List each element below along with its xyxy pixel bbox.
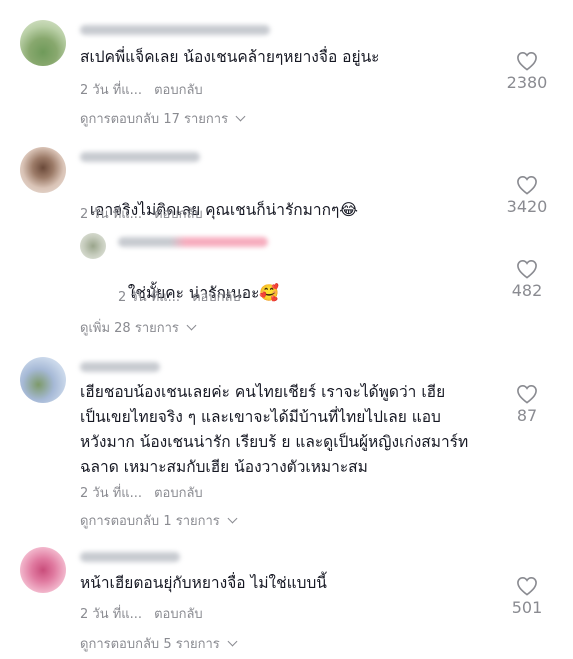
laughing-emoji: 😂 <box>339 200 358 219</box>
like-count: 3420 <box>506 197 548 216</box>
heart-outline-icon <box>517 51 537 71</box>
like-button[interactable]: 501 <box>497 576 557 617</box>
reply-button[interactable]: ตอบกลับ <box>154 486 203 501</box>
view-replies-label: ดูการตอบกลับ 5 รายการ <box>80 637 220 652</box>
like-button[interactable]: 482 <box>497 259 557 300</box>
reply-button[interactable]: ตอบกลับ <box>192 290 241 305</box>
heart-outline-icon <box>517 384 537 404</box>
view-more-replies-button[interactable]: ดูเพิ่ม 28 รายการ <box>80 317 197 338</box>
comment-time: 2 วัน ที่แ... <box>80 83 143 98</box>
reply-time: 2 วัน ที่แ... <box>118 290 181 305</box>
reply-button[interactable]: ตอบกลับ <box>154 607 203 622</box>
username-blurred[interactable] <box>80 552 180 562</box>
comment-meta: 2 วัน ที่แ... ตอบกลับ <box>80 79 203 100</box>
comment-meta: 2 วัน ที่แ... ตอบกลับ <box>80 603 203 624</box>
avatar[interactable] <box>20 547 66 593</box>
like-count: 2380 <box>506 73 548 92</box>
view-replies-button[interactable]: ดูการตอบกลับ 1 รายการ <box>80 510 238 531</box>
heart-outline-icon <box>517 259 537 279</box>
username-blurred[interactable] <box>80 152 200 162</box>
heart-outline-icon <box>517 175 537 195</box>
chevron-down-icon <box>186 320 197 331</box>
view-more-label: ดูเพิ่ม 28 รายการ <box>80 321 179 336</box>
chevron-down-icon <box>235 111 246 122</box>
smiling-hearts-emoji: 🥰 <box>259 283 280 302</box>
avatar[interactable] <box>20 357 66 403</box>
comment-text: เฮียชอบน้องเชนเลยค่ะ คนไทยเชียร์ เราจะได… <box>80 383 469 476</box>
comment-text: สเปคพี่แจ็คเลย น้องเชนคล้ายๆหยางจื่อ อยู… <box>80 48 380 66</box>
comment-time: 2 วัน ที่แ... <box>80 607 143 622</box>
view-replies-label: ดูการตอบกลับ 17 รายการ <box>80 112 229 127</box>
view-replies-button[interactable]: ดูการตอบกลับ 5 รายการ <box>80 633 238 654</box>
reply-button[interactable]: ตอบกลับ <box>154 83 203 98</box>
reply-avatar[interactable] <box>80 233 106 259</box>
chevron-down-icon <box>227 636 238 647</box>
comment-time: 2 วัน ที่แ... <box>80 486 143 501</box>
comment-meta: 2 วัน ที่แ... ตอบกลับ <box>80 482 203 503</box>
username-blurred[interactable] <box>80 362 160 372</box>
like-count: 87 <box>516 406 538 425</box>
view-replies-button[interactable]: ดูการตอบกลับ 17 รายการ <box>80 108 246 129</box>
comment-text: หน้าเฮียตอนยุ่กับหยางจื่อ ไม่ใช่แบบนี้ <box>80 574 327 592</box>
view-replies-label: ดูการตอบกลับ 1 รายการ <box>80 514 220 529</box>
like-count: 501 <box>511 598 543 617</box>
reply-meta: 2 วัน ที่แ... ตอบกลับ <box>118 286 241 307</box>
comment-time: 2 วัน ที่แ... <box>80 207 143 222</box>
chevron-down-icon <box>227 513 238 524</box>
like-count: 482 <box>511 281 543 300</box>
like-button[interactable]: 87 <box>497 384 557 425</box>
like-button[interactable]: 3420 <box>497 175 557 216</box>
like-button[interactable]: 2380 <box>497 51 557 92</box>
heart-outline-icon <box>517 576 537 596</box>
reply-username-blurred[interactable] <box>118 237 268 247</box>
comment-meta: 2 วัน ที่แ... ตอบกลับ <box>80 203 203 224</box>
avatar[interactable] <box>20 147 66 193</box>
reply-button[interactable]: ตอบกลับ <box>154 207 203 222</box>
username-blurred[interactable] <box>80 25 270 35</box>
avatar[interactable] <box>20 20 66 66</box>
